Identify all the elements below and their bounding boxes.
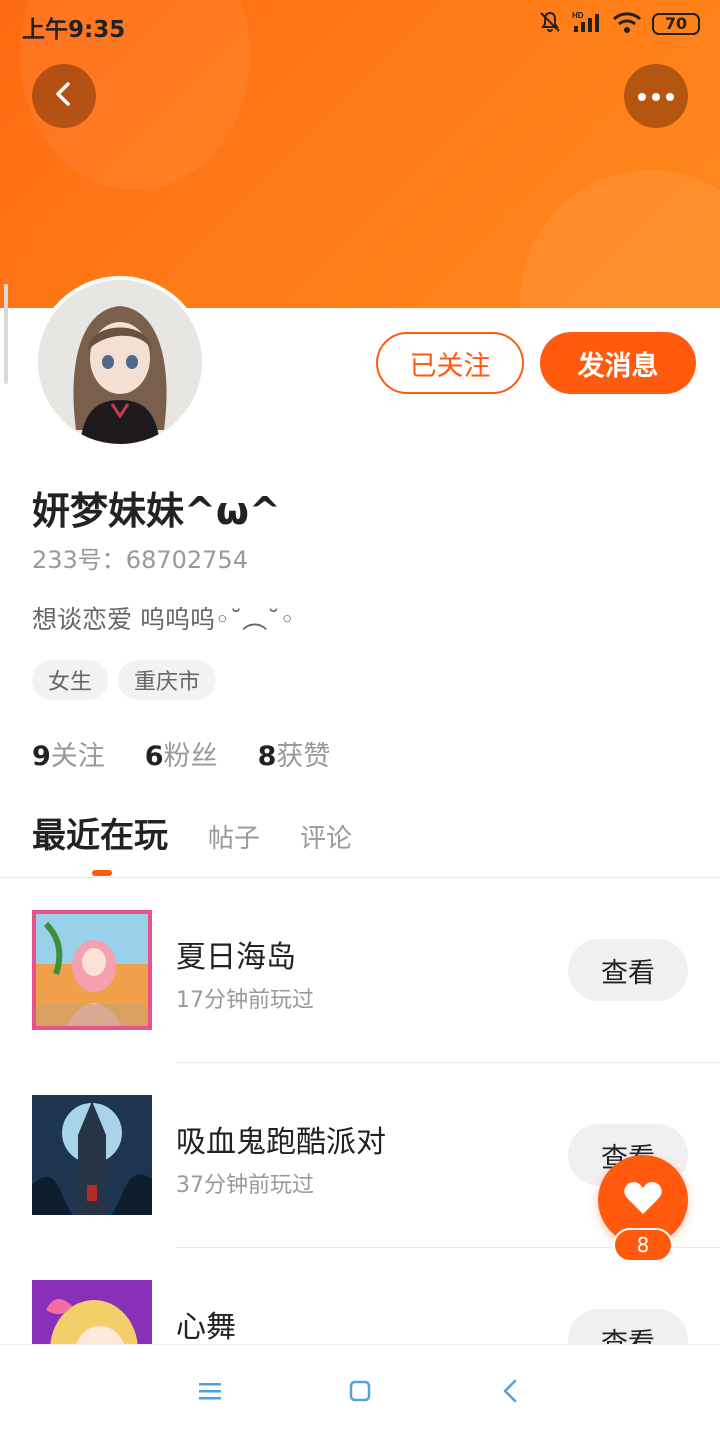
active-tab-indicator: [92, 870, 112, 876]
profile-bio: 想谈恋爱 呜呜呜◦˘︵˘◦: [32, 605, 295, 634]
battery-indicator: 70: [652, 13, 700, 35]
send-message-button[interactable]: 发消息: [540, 332, 696, 394]
like-count-badge: 8: [613, 1228, 673, 1262]
tab-recently-played[interactable]: 最近在玩: [32, 808, 168, 857]
system-navigation-bar: [0, 1344, 720, 1440]
profile-id: 233号：68702754: [32, 546, 248, 574]
avatar[interactable]: [34, 276, 206, 448]
wifi-icon: [612, 10, 642, 38]
game-last-played: 17分钟前玩过: [176, 988, 314, 1013]
back-arrow-icon: [502, 1379, 518, 1407]
profile-name: 妍梦妹妹^ω^: [32, 489, 281, 533]
svg-text:HD: HD: [572, 11, 584, 20]
avatar-illustration: [38, 280, 202, 444]
status-time: 上午9:35: [22, 17, 126, 43]
signal-icon: HD: [572, 10, 602, 38]
tab-posts[interactable]: 帖子: [208, 818, 260, 855]
tag-gender: 女生: [32, 660, 109, 700]
back-button[interactable]: [32, 64, 96, 128]
view-game-button[interactable]: 查看: [568, 939, 688, 1001]
tag-city: 重庆市: [118, 660, 217, 700]
game-last-played: 37分钟前玩过: [176, 1173, 314, 1198]
profile-stats: 9关注 6粉丝 8获赞: [32, 734, 330, 773]
stat-likes[interactable]: 8获赞: [258, 734, 331, 773]
profile-tags: 女生 重庆市: [32, 660, 217, 700]
nav-menu-button[interactable]: [192, 1375, 228, 1411]
game-list-item[interactable]: 夏日海岛 17分钟前玩过 查看: [0, 878, 720, 1063]
nav-back-button[interactable]: [492, 1375, 528, 1411]
game-title: 心舞: [176, 1310, 236, 1345]
followed-button[interactable]: 已关注: [376, 332, 524, 394]
scroll-indicator: [4, 284, 8, 384]
profile-tabs: 最近在玩 帖子 评论: [32, 808, 352, 857]
game-thumbnail: [32, 910, 152, 1030]
game-title: 吸血鬼跑酷派对: [176, 1125, 386, 1160]
stat-following[interactable]: 9关注: [32, 734, 105, 773]
more-button[interactable]: [624, 64, 688, 128]
mute-bell-icon: [538, 10, 562, 38]
square-home-icon: [349, 1380, 371, 1406]
stat-fans[interactable]: 6粉丝: [145, 734, 218, 773]
heart-icon: [623, 1180, 663, 1220]
game-thumbnail: [32, 1095, 152, 1215]
status-bar: 上午9:35 HD 70: [0, 0, 720, 50]
chevron-left-icon: [50, 80, 78, 112]
menu-icon: [199, 1382, 221, 1404]
game-title: 夏日海岛: [176, 940, 296, 975]
nav-home-button[interactable]: [342, 1375, 378, 1411]
tab-comments[interactable]: 评论: [300, 818, 352, 855]
more-dots-icon: [636, 87, 676, 106]
